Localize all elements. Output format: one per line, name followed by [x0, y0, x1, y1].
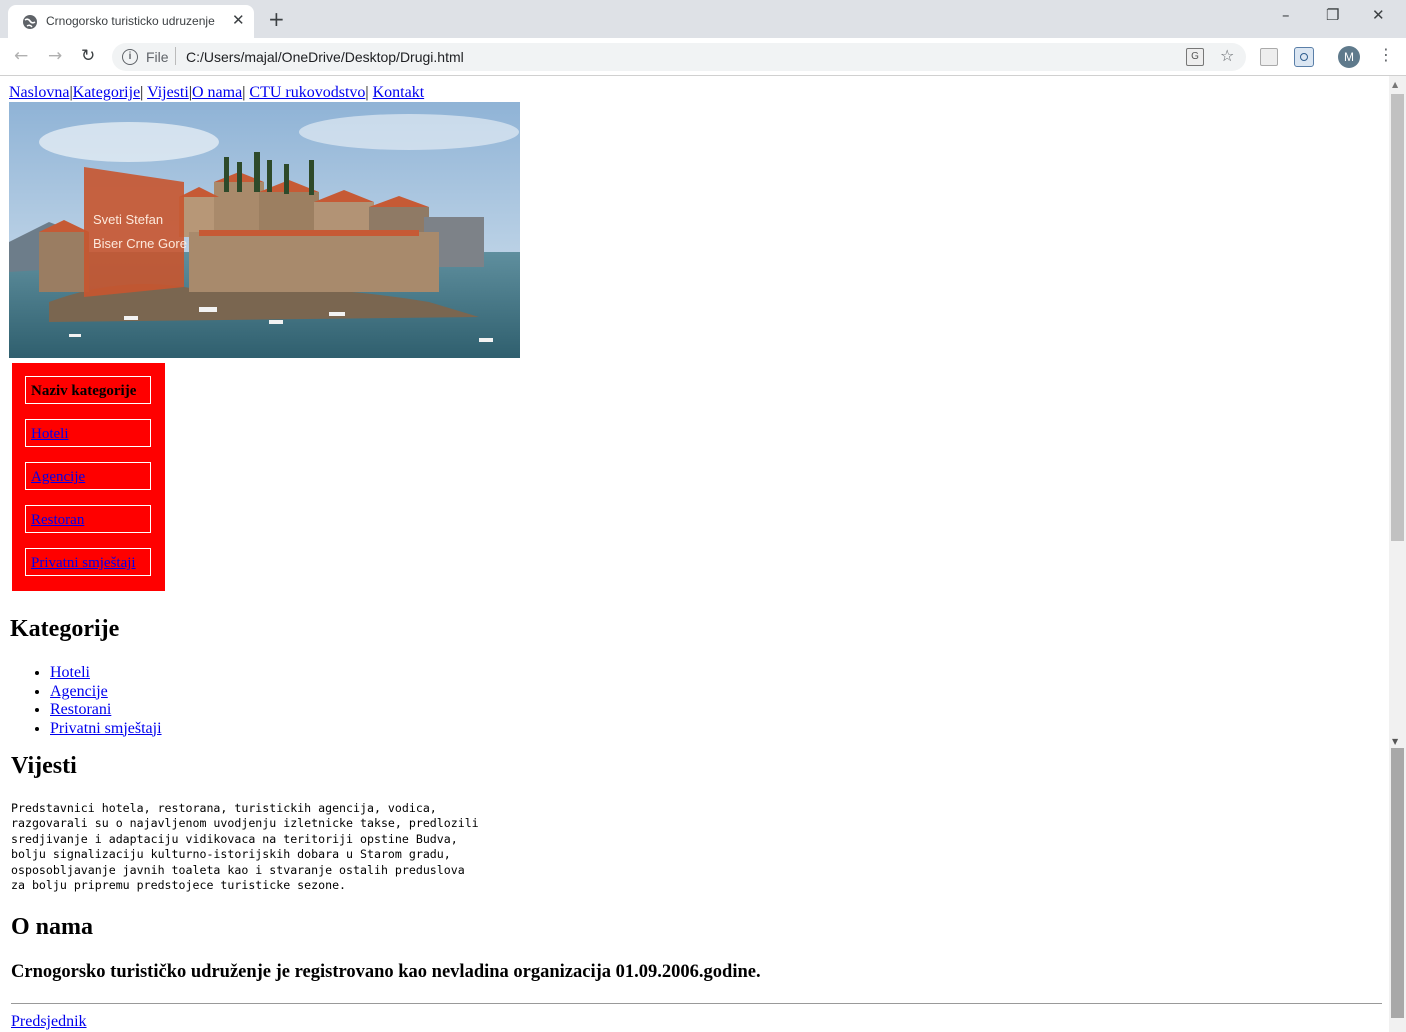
- minimize-button[interactable]: –: [1282, 6, 1290, 24]
- nav-link-ctu-rukovodstvo[interactable]: CTU rukovodstvo: [249, 84, 365, 101]
- url-scheme: File: [146, 49, 169, 65]
- info-icon[interactable]: i: [122, 49, 138, 65]
- about-heading: O nama: [11, 914, 94, 940]
- category-link-agencije[interactable]: Agencije: [31, 469, 85, 485]
- category-link-privatni-smjestaji[interactable]: Privatni smještaji: [31, 555, 136, 571]
- category-cell: Agencije: [25, 462, 151, 490]
- nav-link-kategorije[interactable]: Kategorije: [73, 84, 141, 101]
- category-link-restoran[interactable]: Restoran: [31, 512, 84, 528]
- hero-image-sveti-stefan: Sveti Stefan Biser Crne Gore: [9, 102, 520, 358]
- globe-icon: [23, 15, 37, 29]
- close-window-button[interactable]: ✕: [1372, 6, 1385, 24]
- list-link-agencije[interactable]: Agencije: [50, 683, 108, 700]
- top-navigation: Naslovna|Kategorije| Vijesti|O nama| CTU…: [9, 84, 424, 102]
- reload-icon[interactable]: ↻: [81, 46, 95, 66]
- translate-icon[interactable]: G: [1186, 48, 1204, 66]
- browser-toolbar: ← → ↻ i File C:/Users/majal/OneDrive/Des…: [0, 38, 1406, 76]
- bookmark-star-icon[interactable]: ☆: [1220, 46, 1234, 65]
- list-link-privatni-smjestaji[interactable]: Privatni smještaji: [50, 720, 162, 737]
- categories-list: Hoteli Agencije Restorani Privatni smješ…: [10, 664, 162, 738]
- nav-link-kontakt[interactable]: Kontakt: [373, 84, 425, 101]
- category-link-hoteli[interactable]: Hoteli: [31, 426, 69, 442]
- category-table: Naziv kategorije Hoteli Agencije Restora…: [12, 363, 165, 591]
- category-cell: Hoteli: [25, 419, 151, 447]
- nav-link-vijesti[interactable]: Vijesti: [147, 84, 189, 101]
- list-item: Hoteli: [50, 664, 162, 683]
- category-cell: Restoran: [25, 505, 151, 533]
- categories-heading: Kategorije: [10, 616, 120, 642]
- scroll-down-arrow-icon[interactable]: ▼: [1392, 737, 1398, 746]
- new-tab-button[interactable]: +: [268, 7, 285, 31]
- list-link-restorani[interactable]: Restorani: [50, 701, 111, 718]
- tab-title: Crnogorsko turisticko udruzenje: [46, 14, 215, 28]
- extension-screenshot-icon[interactable]: [1294, 47, 1314, 67]
- list-item: Restorani: [50, 701, 162, 720]
- forward-arrow-icon[interactable]: →: [48, 46, 62, 66]
- nav-link-naslovna[interactable]: Naslovna: [9, 84, 69, 101]
- news-text: Predstavnici hotela, restorana, turistic…: [11, 801, 479, 893]
- address-bar[interactable]: i File C:/Users/majal/OneDrive/Desktop/D…: [112, 43, 1246, 71]
- url-separator: [175, 47, 176, 65]
- scrollbar-thumb-lower[interactable]: [1391, 748, 1404, 1018]
- president-link[interactable]: Predsjednik: [11, 1013, 87, 1031]
- list-item: Agencije: [50, 683, 162, 702]
- tab-strip: Crnogorsko turisticko udruzenje ✕ + – ❐ …: [0, 0, 1406, 38]
- nav-link-o-nama[interactable]: O nama: [192, 84, 242, 101]
- category-cell: Privatni smještaji: [25, 548, 151, 576]
- restore-button[interactable]: ❐: [1326, 6, 1339, 24]
- browser-tab[interactable]: Crnogorsko turisticko udruzenje ✕: [8, 5, 254, 38]
- nav-separator: |: [365, 84, 373, 101]
- list-link-hoteli[interactable]: Hoteli: [50, 664, 90, 681]
- category-table-header: Naziv kategorije: [25, 376, 151, 404]
- about-text: Crnogorsko turističko udruženje je regis…: [11, 962, 761, 982]
- scrollbar-thumb[interactable]: [1391, 94, 1404, 541]
- profile-avatar[interactable]: M: [1338, 46, 1360, 68]
- extension-icon[interactable]: [1260, 48, 1278, 66]
- horizontal-rule: [11, 1003, 1382, 1004]
- kebab-menu-icon[interactable]: ⋮: [1378, 45, 1394, 64]
- hero-caption-line1: Sveti Stefan: [93, 212, 163, 227]
- news-heading: Vijesti: [11, 753, 77, 779]
- back-arrow-icon[interactable]: ←: [14, 46, 28, 66]
- hero-caption-line2: Biser Crne Gore: [93, 236, 187, 251]
- url-text[interactable]: C:/Users/majal/OneDrive/Desktop/Drugi.ht…: [186, 49, 464, 65]
- list-item: Privatni smještaji: [50, 720, 162, 739]
- scroll-up-arrow-icon[interactable]: ▲: [1392, 80, 1398, 89]
- close-tab-icon[interactable]: ✕: [232, 11, 245, 29]
